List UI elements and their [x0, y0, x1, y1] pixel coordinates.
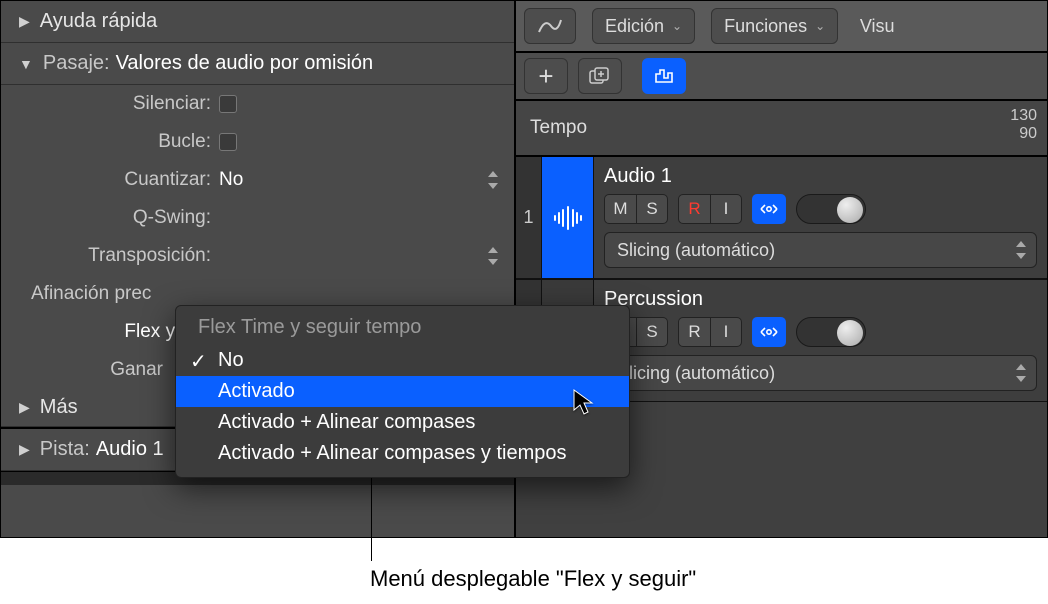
- param-quantize[interactable]: Cuantizar: No: [1, 161, 514, 199]
- flex-mode-select[interactable]: Slicing (automático): [604, 232, 1037, 268]
- duplicate-track-button[interactable]: [578, 58, 622, 94]
- stepper-icon[interactable]: [488, 247, 500, 265]
- callout-line: [371, 477, 372, 561]
- input-button[interactable]: I: [710, 317, 742, 347]
- stepper-icon: [1016, 241, 1028, 259]
- param-qswing[interactable]: Q-Swing:: [1, 199, 514, 237]
- track-ms-buttons: M S: [604, 194, 668, 224]
- stepper-icon: [1016, 364, 1028, 382]
- passage-header[interactable]: ▼ Pasaje: Valores de audio por omisión: [1, 43, 514, 85]
- flex-view-button[interactable]: [642, 58, 686, 94]
- flex-mode-select[interactable]: Slicing (automático): [604, 355, 1037, 391]
- track-row[interactable]: 1 Audio 1 M S R I: [516, 157, 1047, 279]
- add-track-button[interactable]: +: [524, 58, 568, 94]
- mute-button[interactable]: M: [604, 194, 636, 224]
- editor-toolbar: Edición⌄ Funciones⌄ Visu: [516, 1, 1047, 53]
- passage-value: Valores de audio por omisión: [116, 52, 374, 75]
- quick-help-header[interactable]: ▶ Ayuda rápida: [1, 1, 514, 43]
- menu-title: Flex Time y seguir tempo: [176, 310, 629, 345]
- callout-caption: Menú desplegable "Flex y seguir": [370, 566, 696, 592]
- flex-button[interactable]: [752, 317, 786, 347]
- quick-help-label: Ayuda rápida: [40, 10, 158, 33]
- more-label: Más: [40, 396, 78, 419]
- track-audio-icon[interactable]: [542, 157, 594, 278]
- loop-checkbox[interactable]: [219, 133, 237, 151]
- flex-button[interactable]: [752, 194, 786, 224]
- quantize-value: No: [219, 169, 243, 190]
- track-number: 1: [516, 157, 542, 278]
- track-label: Pista:: [40, 438, 90, 461]
- track-toggle[interactable]: [796, 194, 866, 224]
- record-button[interactable]: R: [678, 317, 710, 347]
- edit-menu[interactable]: Edición⌄: [592, 8, 695, 44]
- disclosure-right-icon: ▶: [19, 441, 30, 458]
- param-mute: Silenciar:: [1, 85, 514, 123]
- disclosure-down-icon: ▼: [19, 56, 33, 72]
- param-loop: Bucle:: [1, 123, 514, 161]
- record-button[interactable]: R: [678, 194, 710, 224]
- track-name[interactable]: Percussion: [604, 288, 1037, 311]
- track-name[interactable]: Audio 1: [604, 165, 1037, 188]
- flex-follow-menu[interactable]: Flex Time y seguir tempo ✓No Activado Ac…: [175, 305, 630, 478]
- menu-item-no[interactable]: ✓No: [176, 345, 629, 376]
- editor-toolbar-2: +: [516, 53, 1047, 101]
- menu-item-alinear-compases-tiempos[interactable]: Activado + Alinear compases y tiempos: [176, 438, 629, 469]
- menu-item-alinear-compases[interactable]: Activado + Alinear compases: [176, 407, 629, 438]
- check-icon: ✓: [190, 349, 207, 374]
- tempo-label: Tempo: [530, 117, 587, 139]
- mute-checkbox[interactable]: [219, 95, 237, 113]
- solo-button[interactable]: S: [636, 194, 668, 224]
- stepper-icon[interactable]: [488, 171, 500, 189]
- tempo-range: 130 90: [1010, 107, 1037, 143]
- param-transpose[interactable]: Transposición:: [1, 237, 514, 275]
- disclosure-right-icon: ▶: [19, 399, 30, 416]
- disclosure-right-icon: ▶: [19, 13, 30, 30]
- track-value: Audio 1: [96, 438, 164, 461]
- track-ri-buttons: R I: [678, 194, 742, 224]
- cursor-icon: [572, 388, 596, 421]
- automation-curve-button[interactable]: [524, 8, 576, 44]
- view-menu[interactable]: Visu: [854, 8, 900, 44]
- tempo-track[interactable]: Tempo 130 90: [516, 101, 1047, 157]
- solo-button[interactable]: S: [636, 317, 668, 347]
- functions-menu[interactable]: Funciones⌄: [711, 8, 838, 44]
- passage-label: Pasaje:: [43, 52, 110, 75]
- input-button[interactable]: I: [710, 194, 742, 224]
- menu-item-activado[interactable]: Activado: [176, 376, 629, 407]
- track-toggle[interactable]: [796, 317, 866, 347]
